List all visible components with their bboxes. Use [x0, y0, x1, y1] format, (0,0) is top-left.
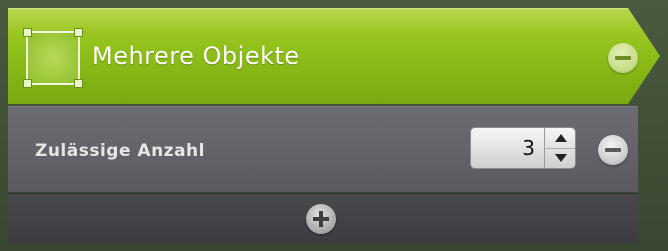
- quantity-value[interactable]: 3: [471, 128, 541, 168]
- arrow-up-icon: [555, 134, 567, 142]
- corner-handle-icon: [23, 28, 32, 37]
- decrement-button[interactable]: [546, 148, 575, 168]
- corner-handle-icon: [23, 79, 32, 88]
- corner-handle-icon: [74, 79, 83, 88]
- add-setting-bar: [8, 193, 638, 244]
- quantity-stepper[interactable]: 3: [470, 127, 576, 169]
- remove-object-minus-icon[interactable]: [608, 43, 638, 73]
- stepper-divider: [544, 128, 545, 168]
- header-highlight: [8, 8, 645, 34]
- object-panel: Mehrere Objekte Zulässige Anzahl 3: [8, 8, 660, 246]
- add-plus-icon[interactable]: [306, 204, 336, 234]
- arrow-down-icon: [555, 154, 567, 162]
- corner-handle-icon: [74, 28, 83, 37]
- remove-setting-minus-icon[interactable]: [598, 135, 628, 165]
- plus-vertical-bar: [319, 211, 323, 227]
- panel-title: Mehrere Objekte: [92, 42, 300, 70]
- increment-button[interactable]: [546, 128, 575, 148]
- selection-frame-icon: [23, 28, 83, 88]
- setting-label: Zulässige Anzahl: [35, 141, 205, 161]
- setting-row-allowed-count: Zulässige Anzahl 3: [8, 106, 638, 192]
- panel-header: Mehrere Objekte: [8, 8, 660, 104]
